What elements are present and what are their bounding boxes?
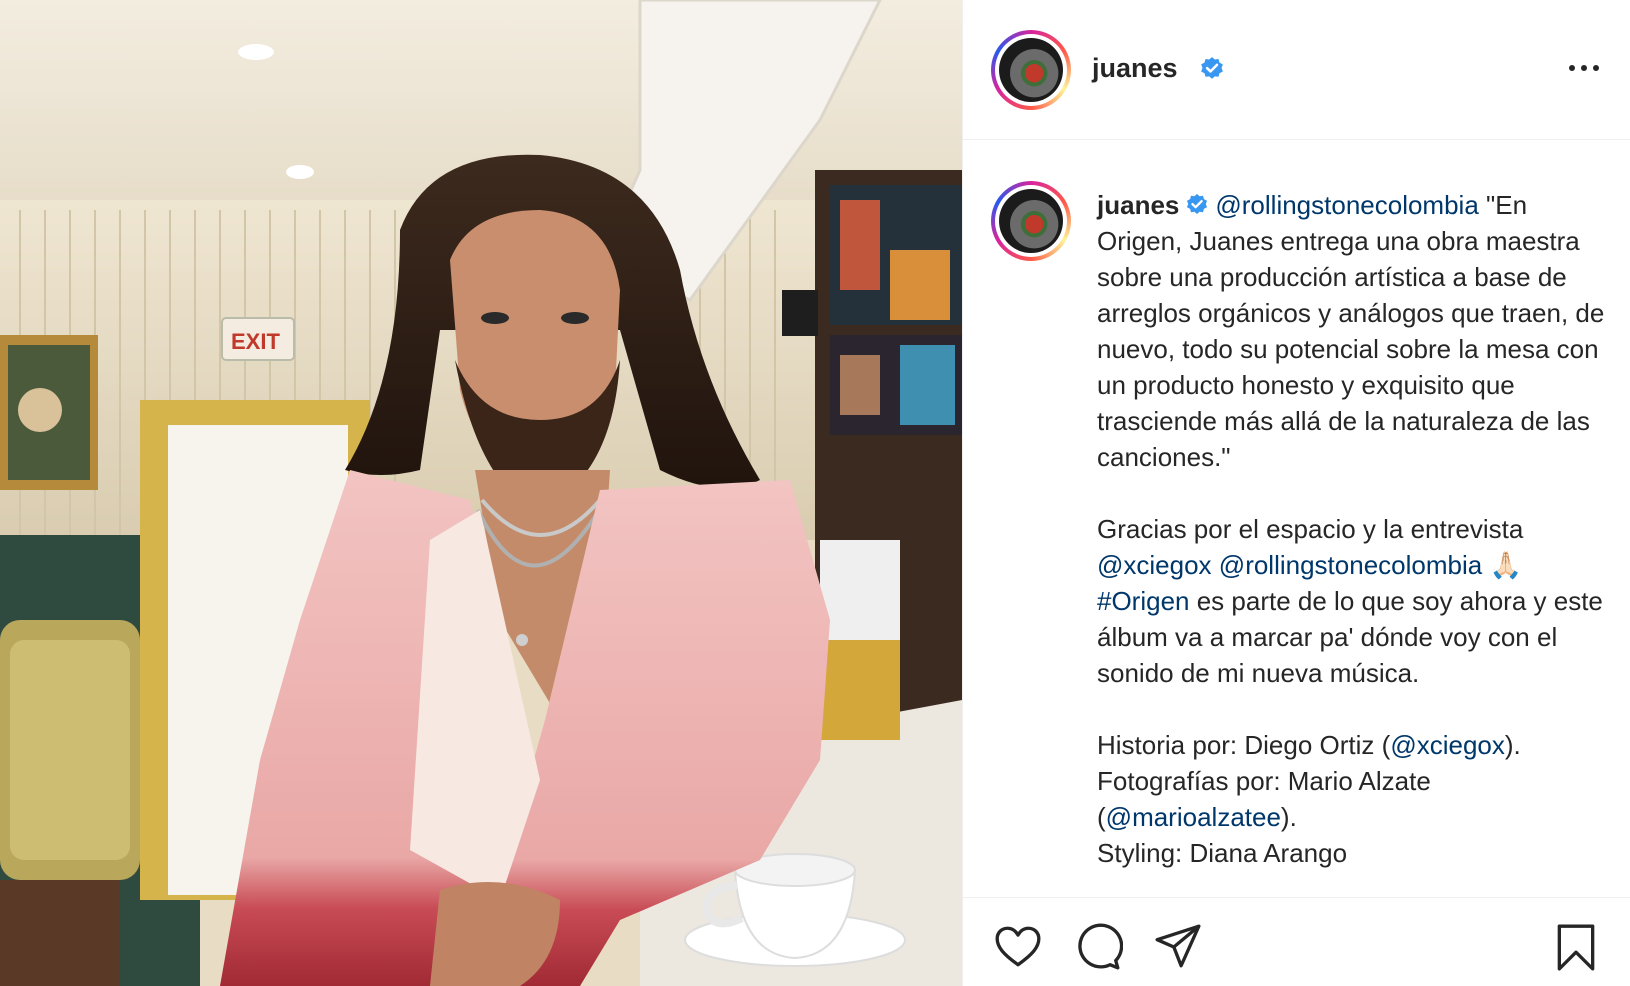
caption-text: "En Origen, Juanes entrega una obra maes… bbox=[1097, 190, 1612, 472]
caption-text: Historia por: Diego Ortiz ( bbox=[1097, 730, 1391, 760]
caption-text: ). bbox=[1280, 802, 1297, 832]
bookmark-icon[interactable] bbox=[1551, 922, 1601, 972]
avatar-inner bbox=[995, 185, 1067, 257]
author-username[interactable]: juanes bbox=[1092, 53, 1178, 84]
more-options-button[interactable] bbox=[1567, 58, 1601, 78]
caption-username[interactable]: juanes bbox=[1097, 190, 1179, 220]
comment-icon[interactable] bbox=[1073, 922, 1123, 972]
verified-badge-icon bbox=[1201, 57, 1223, 79]
photo-illustration: EXIT bbox=[0, 0, 962, 986]
post-actions-bar bbox=[963, 897, 1630, 986]
more-dot bbox=[1569, 65, 1575, 71]
pray-emoji: 🙏🏻 bbox=[1489, 550, 1522, 580]
paper-plane-icon[interactable] bbox=[1153, 922, 1203, 972]
more-dot bbox=[1581, 65, 1587, 71]
hashtag-link[interactable]: #Origen bbox=[1097, 586, 1190, 616]
caption-text: Styling: Diana Arango bbox=[1097, 838, 1348, 868]
avatar-image bbox=[999, 189, 1063, 253]
post-header: juanes bbox=[963, 0, 1630, 140]
svg-text:EXIT: EXIT bbox=[231, 329, 280, 354]
avatar-image bbox=[999, 38, 1063, 102]
mention-link[interactable]: @xciegox bbox=[1097, 550, 1212, 580]
post-photo[interactable]: EXIT bbox=[0, 0, 962, 986]
post-details-panel: juanes juanes @rollingstonecolombia "En O… bbox=[962, 0, 1630, 986]
mention-link[interactable]: @rollingstonecolombia bbox=[1219, 550, 1482, 580]
mention-link[interactable]: @rollingstonecolombia bbox=[1215, 190, 1478, 220]
mention-link[interactable]: @marioalzatee bbox=[1106, 802, 1281, 832]
more-dot bbox=[1593, 65, 1599, 71]
avatar-inner bbox=[995, 34, 1067, 106]
mention-link[interactable]: @xciegox bbox=[1390, 730, 1505, 760]
author-avatar[interactable] bbox=[991, 30, 1071, 110]
heart-icon[interactable] bbox=[993, 922, 1043, 972]
caption-text: ). bbox=[1504, 730, 1521, 760]
post-caption: juanes @rollingstonecolombia "En Origen, … bbox=[1097, 187, 1607, 871]
instagram-post: EXIT juanes juanes @rollingstonecolombia… bbox=[0, 0, 1630, 986]
caption-author-avatar[interactable] bbox=[991, 181, 1071, 261]
caption-area: juanes @rollingstonecolombia "En Origen, … bbox=[963, 141, 1630, 897]
caption-text: Gracias por el espacio y la entrevista bbox=[1097, 514, 1524, 544]
verified-badge-icon bbox=[1187, 194, 1208, 214]
